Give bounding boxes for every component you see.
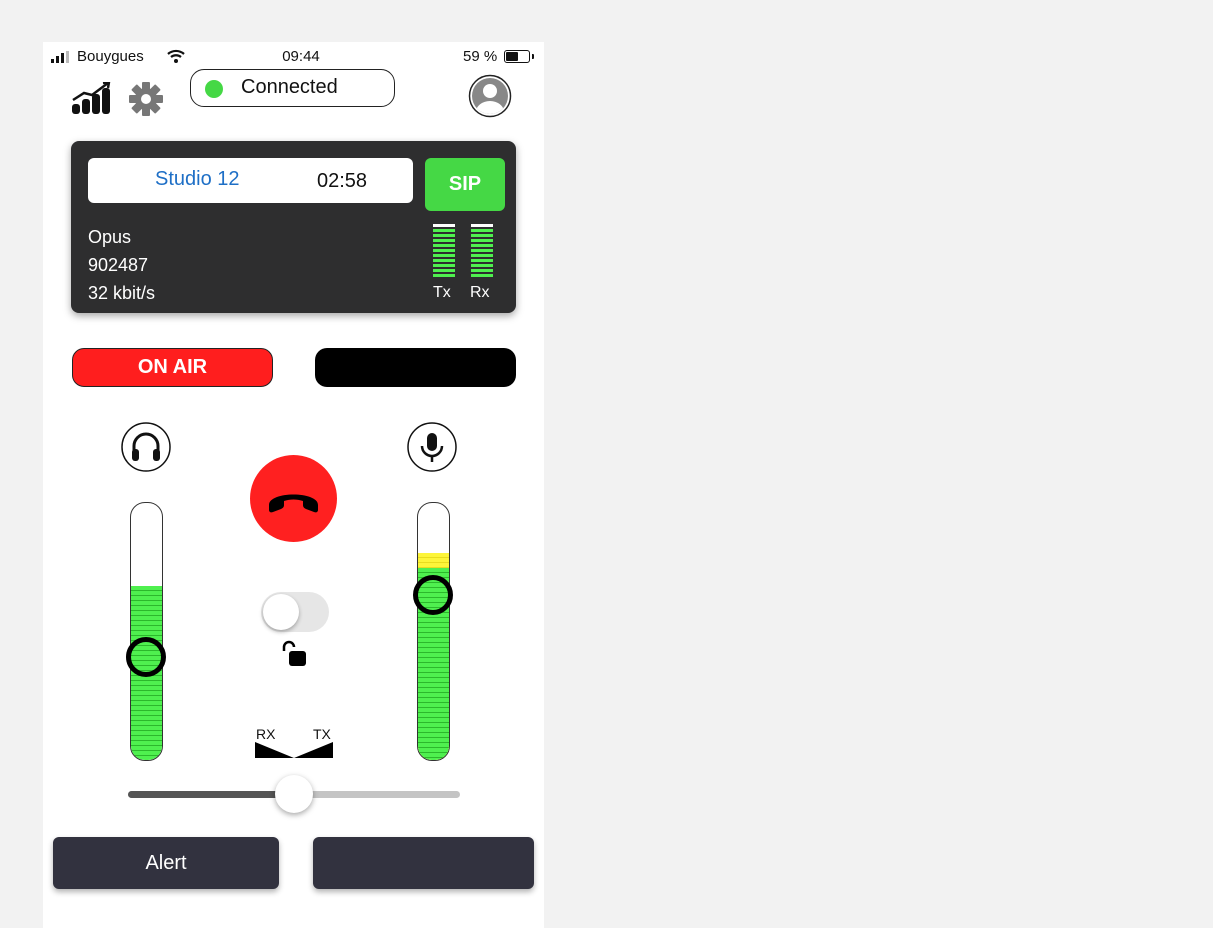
on-air-indicator[interactable]: ON AIR xyxy=(72,348,273,387)
battery-icon xyxy=(504,50,530,63)
balance-slider-thumb[interactable] xyxy=(275,775,313,813)
tx-meter-label: Tx xyxy=(433,284,451,301)
sip-button[interactable]: SIP xyxy=(425,158,505,211)
rx-meter-label: Rx xyxy=(470,284,490,301)
session-id: 902487 xyxy=(88,255,149,275)
microphone-volume-knob[interactable] xyxy=(413,575,453,616)
hangup-button[interactable] xyxy=(250,455,337,542)
balance-indicator-icon xyxy=(255,742,333,758)
codec-label: Opus xyxy=(88,227,132,247)
secondary-indicator[interactable] xyxy=(315,348,516,387)
tx-level-meter xyxy=(433,224,455,277)
unlock-icon xyxy=(282,640,306,666)
carrier-name: Bouygues xyxy=(77,48,144,65)
battery-percent: 59 % xyxy=(463,48,498,65)
connection-status[interactable]: Connected xyxy=(190,69,395,107)
call-timer: 02:58 xyxy=(317,170,368,192)
profile-icon[interactable] xyxy=(468,74,512,118)
studio-name-box[interactable]: Studio 12 02:58 xyxy=(88,158,413,203)
gear-icon[interactable] xyxy=(127,80,165,118)
connection-status-dot xyxy=(205,80,223,98)
connection-label: Connected xyxy=(241,76,338,98)
headphone-icon[interactable] xyxy=(121,422,171,472)
lock-toggle[interactable] xyxy=(261,592,329,632)
wifi-icon xyxy=(167,49,185,63)
microphone-icon[interactable] xyxy=(407,422,457,472)
battery-tip xyxy=(532,54,534,59)
battery-level xyxy=(506,52,519,61)
balance-slider-fill xyxy=(128,791,294,798)
microphone-volume-slider[interactable] xyxy=(417,502,450,761)
lock-toggle-thumb xyxy=(263,594,299,630)
app-screen: Bouygues 09:44 59 % Connected Studio 12 … xyxy=(43,42,544,928)
bitrate-label: 32 kbit/s xyxy=(88,283,156,303)
stats-icon[interactable] xyxy=(70,82,114,114)
headphone-volume-slider[interactable] xyxy=(130,502,163,761)
cellular-signal-icon xyxy=(51,51,69,63)
rx-level-meter xyxy=(471,224,493,277)
alert-button[interactable]: Alert xyxy=(53,837,279,889)
session-panel: Studio 12 02:58 SIP Opus 902487 32 kbit/… xyxy=(71,141,516,313)
tx-balance-label: TX xyxy=(313,726,331,742)
studio-name: Studio 12 xyxy=(155,168,240,190)
rx-balance-label: RX xyxy=(256,726,276,742)
phone-hangup-icon xyxy=(269,494,318,513)
secondary-action-button[interactable] xyxy=(313,837,534,889)
status-time: 09:44 xyxy=(282,48,320,65)
